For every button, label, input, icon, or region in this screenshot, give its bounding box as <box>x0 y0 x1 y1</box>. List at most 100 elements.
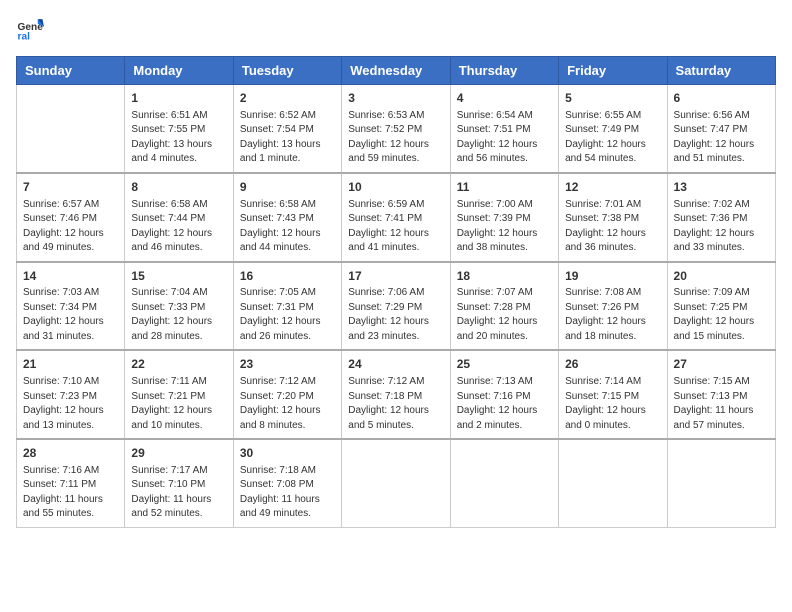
day-number: 21 <box>23 356 118 373</box>
calendar-cell <box>450 439 558 527</box>
col-header-monday: Monday <box>125 57 233 85</box>
calendar-cell: 14Sunrise: 7:03 AM Sunset: 7:34 PM Dayli… <box>17 262 125 351</box>
day-info: Sunrise: 7:18 AM Sunset: 7:08 PM Dayligh… <box>240 464 335 522</box>
calendar-cell: 4Sunrise: 6:54 AM Sunset: 7:51 PM Daylig… <box>450 85 558 173</box>
calendar-cell: 25 Sunrise: 7:13 AM Sunset: 7:16 PM Dayli… <box>450 350 558 439</box>
day-number: 15 <box>131 268 226 285</box>
day-number: 17 <box>348 268 443 285</box>
day-info: Sunrise: 7:12 AM Sunset: 7:18 PM Dayligh… <box>348 375 443 433</box>
calendar-cell: 20Sunrise: 7:09 AM Sunset: 7:25 PM Dayli… <box>667 262 775 351</box>
calendar-cell: 30 Sunrise: 7:18 AM Sunset: 7:08 PM Dayli… <box>233 439 341 527</box>
calendar-cell <box>667 439 775 527</box>
day-number: 4 <box>457 90 552 107</box>
day-info: Sunrise: 7:13 AM Sunset: 7:16 PM Dayligh… <box>457 375 552 433</box>
logo-icon: Gene ral <box>16 16 44 44</box>
calendar-cell: 19Sunrise: 7:08 AM Sunset: 7:26 PM Dayli… <box>559 262 667 351</box>
calendar-cell: 27Sunrise: 7:15 AM Sunset: 7:13 PM Dayli… <box>667 350 775 439</box>
day-number: 3 <box>348 90 443 107</box>
day-info: Sunrise: 7:14 AM Sunset: 7:15 PM Dayligh… <box>565 375 660 433</box>
day-info: Sunrise: 6:53 AM Sunset: 7:52 PM Dayligh… <box>348 109 443 167</box>
calendar-cell: 9 Sunrise: 6:58 AM Sunset: 7:43 PM Daylig… <box>233 173 341 262</box>
calendar-cell <box>342 439 450 527</box>
day-info: Sunrise: 7:06 AM Sunset: 7:29 PM Dayligh… <box>348 286 443 344</box>
day-number: 6 <box>674 90 769 107</box>
calendar-cell <box>559 439 667 527</box>
day-info: Sunrise: 7:08 AM Sunset: 7:26 PM Dayligh… <box>565 286 660 344</box>
day-number: 1 <box>131 90 226 107</box>
calendar-cell: 3 Sunrise: 6:53 AM Sunset: 7:52 PM Daylig… <box>342 85 450 173</box>
logo: Gene ral <box>16 16 48 44</box>
day-info: Sunrise: 7:04 AM Sunset: 7:33 PM Dayligh… <box>131 286 226 344</box>
calendar-cell: 22 Sunrise: 7:11 AM Sunset: 7:21 PM Dayli… <box>125 350 233 439</box>
calendar-cell: 7 Sunrise: 6:57 AM Sunset: 7:46 PM Daylig… <box>17 173 125 262</box>
col-header-friday: Friday <box>559 57 667 85</box>
day-info: Sunrise: 6:52 AM Sunset: 7:54 PM Dayligh… <box>240 109 335 167</box>
calendar-cell: 21 Sunrise: 7:10 AM Sunset: 7:23 PM Dayli… <box>17 350 125 439</box>
calendar-cell: 11Sunrise: 7:00 AM Sunset: 7:39 PM Dayli… <box>450 173 558 262</box>
day-info: Sunrise: 7:07 AM Sunset: 7:28 PM Dayligh… <box>457 286 552 344</box>
day-number: 8 <box>131 179 226 196</box>
day-number: 18 <box>457 268 552 285</box>
col-header-saturday: Saturday <box>667 57 775 85</box>
calendar-cell: 28 Sunrise: 7:16 AM Sunset: 7:11 PM Dayli… <box>17 439 125 527</box>
day-info: Sunrise: 6:51 AM Sunset: 7:55 PM Dayligh… <box>131 109 226 167</box>
calendar-cell: 29 Sunrise: 7:17 AM Sunset: 7:10 PM Dayli… <box>125 439 233 527</box>
calendar-cell: 5Sunrise: 6:55 AM Sunset: 7:49 PM Daylig… <box>559 85 667 173</box>
day-number: 20 <box>674 268 769 285</box>
day-number: 29 <box>131 445 226 462</box>
calendar-cell: 2Sunrise: 6:52 AM Sunset: 7:54 PM Daylig… <box>233 85 341 173</box>
day-number: 25 <box>457 356 552 373</box>
calendar-week-4: 21 Sunrise: 7:10 AM Sunset: 7:23 PM Dayli… <box>17 350 776 439</box>
day-number: 26 <box>565 356 660 373</box>
calendar-cell: 10 Sunrise: 6:59 AM Sunset: 7:41 PM Dayli… <box>342 173 450 262</box>
col-header-tuesday: Tuesday <box>233 57 341 85</box>
calendar-cell: 8 Sunrise: 6:58 AM Sunset: 7:44 PM Daylig… <box>125 173 233 262</box>
day-number: 16 <box>240 268 335 285</box>
day-info: Sunrise: 7:11 AM Sunset: 7:21 PM Dayligh… <box>131 375 226 433</box>
day-number: 9 <box>240 179 335 196</box>
day-info: Sunrise: 6:57 AM Sunset: 7:46 PM Dayligh… <box>23 198 118 256</box>
day-number: 14 <box>23 268 118 285</box>
day-number: 28 <box>23 445 118 462</box>
calendar-cell: 15Sunrise: 7:04 AM Sunset: 7:33 PM Dayli… <box>125 262 233 351</box>
calendar-cell: 12Sunrise: 7:01 AM Sunset: 7:38 PM Dayli… <box>559 173 667 262</box>
day-number: 13 <box>674 179 769 196</box>
svg-text:ral: ral <box>18 31 31 42</box>
day-number: 30 <box>240 445 335 462</box>
day-info: Sunrise: 7:09 AM Sunset: 7:25 PM Dayligh… <box>674 286 769 344</box>
day-number: 7 <box>23 179 118 196</box>
day-info: Sunrise: 6:56 AM Sunset: 7:47 PM Dayligh… <box>674 109 769 167</box>
day-info: Sunrise: 7:10 AM Sunset: 7:23 PM Dayligh… <box>23 375 118 433</box>
calendar-cell <box>17 85 125 173</box>
col-header-sunday: Sunday <box>17 57 125 85</box>
calendar-week-5: 28 Sunrise: 7:16 AM Sunset: 7:11 PM Dayli… <box>17 439 776 527</box>
day-number: 22 <box>131 356 226 373</box>
day-info: Sunrise: 6:59 AM Sunset: 7:41 PM Dayligh… <box>348 198 443 256</box>
day-number: 11 <box>457 179 552 196</box>
col-header-wednesday: Wednesday <box>342 57 450 85</box>
day-info: Sunrise: 7:16 AM Sunset: 7:11 PM Dayligh… <box>23 464 118 522</box>
calendar-header-row: SundayMondayTuesdayWednesdayThursdayFrid… <box>17 57 776 85</box>
calendar-week-2: 7 Sunrise: 6:57 AM Sunset: 7:46 PM Daylig… <box>17 173 776 262</box>
page-header: Gene ral <box>16 16 776 44</box>
day-number: 10 <box>348 179 443 196</box>
day-info: Sunrise: 6:55 AM Sunset: 7:49 PM Dayligh… <box>565 109 660 167</box>
calendar-cell: 26 Sunrise: 7:14 AM Sunset: 7:15 PM Dayli… <box>559 350 667 439</box>
calendar-week-1: 1 Sunrise: 6:51 AM Sunset: 7:55 PM Daylig… <box>17 85 776 173</box>
calendar-cell: 24Sunrise: 7:12 AM Sunset: 7:18 PM Dayli… <box>342 350 450 439</box>
day-info: Sunrise: 6:58 AM Sunset: 7:44 PM Dayligh… <box>131 198 226 256</box>
calendar-week-3: 14Sunrise: 7:03 AM Sunset: 7:34 PM Dayli… <box>17 262 776 351</box>
day-info: Sunrise: 7:15 AM Sunset: 7:13 PM Dayligh… <box>674 375 769 433</box>
day-info: Sunrise: 7:05 AM Sunset: 7:31 PM Dayligh… <box>240 286 335 344</box>
day-number: 12 <box>565 179 660 196</box>
calendar-cell: 6 Sunrise: 6:56 AM Sunset: 7:47 PM Daylig… <box>667 85 775 173</box>
day-info: Sunrise: 7:02 AM Sunset: 7:36 PM Dayligh… <box>674 198 769 256</box>
day-number: 23 <box>240 356 335 373</box>
calendar-cell: 1 Sunrise: 6:51 AM Sunset: 7:55 PM Daylig… <box>125 85 233 173</box>
day-info: Sunrise: 7:12 AM Sunset: 7:20 PM Dayligh… <box>240 375 335 433</box>
day-info: Sunrise: 7:17 AM Sunset: 7:10 PM Dayligh… <box>131 464 226 522</box>
day-info: Sunrise: 7:03 AM Sunset: 7:34 PM Dayligh… <box>23 286 118 344</box>
calendar-cell: 18Sunrise: 7:07 AM Sunset: 7:28 PM Dayli… <box>450 262 558 351</box>
calendar-table: SundayMondayTuesdayWednesdayThursdayFrid… <box>16 56 776 528</box>
day-info: Sunrise: 6:58 AM Sunset: 7:43 PM Dayligh… <box>240 198 335 256</box>
